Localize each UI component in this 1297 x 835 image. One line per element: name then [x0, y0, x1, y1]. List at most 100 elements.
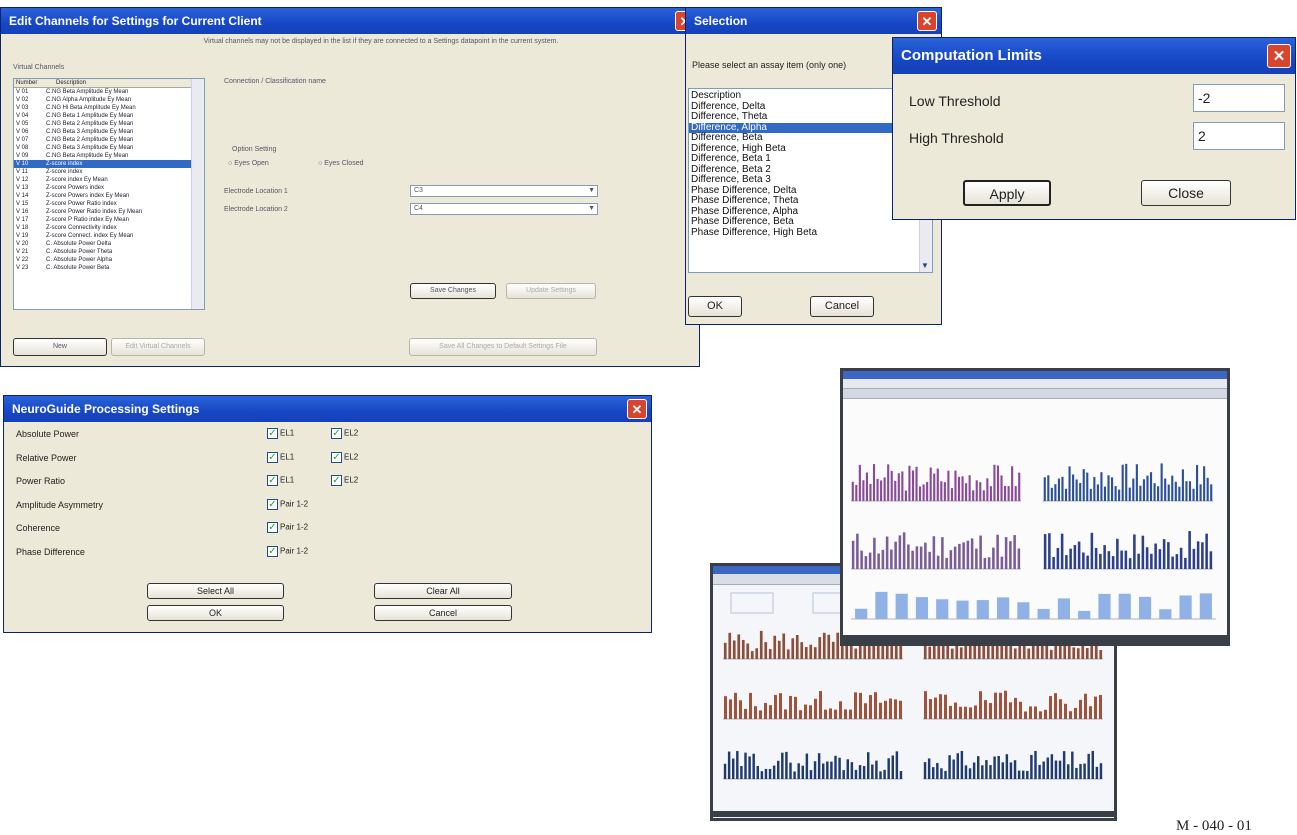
high-threshold-input[interactable]: 2	[1193, 122, 1285, 150]
apply-button[interactable]: Apply	[963, 180, 1051, 206]
thumbnail-bar	[1138, 596, 1152, 619]
edit-channels-window: Edit Channels for Settings for Current C…	[0, 7, 700, 367]
thumbnail-bar	[1039, 711, 1042, 719]
table-row[interactable]: V 02 C.NG Alpha Amplitude Ey Mean	[14, 96, 204, 104]
thumbnail-bar	[981, 765, 984, 779]
cancel-button[interactable]: Cancel	[810, 296, 874, 317]
table-row[interactable]: V 18 Z-score Connectivity index	[14, 224, 204, 232]
thumbnail-bar	[927, 758, 931, 779]
table-row[interactable]: V 16 Z-score Power Ratio index Ey Mean	[14, 208, 204, 216]
table-row[interactable]: V 06 C.NG Beta 3 Amplitude Ey Mean	[14, 128, 204, 136]
thumbnail-bar	[862, 480, 865, 501]
close-icon[interactable]: ✕	[917, 11, 937, 31]
table-row[interactable]: V 15 Z-score Power Ratio index	[14, 200, 204, 208]
row-description: C.NG Beta 3 Amplitude Ey Mean	[46, 145, 134, 151]
row-description: Z-score Connect. index Ey Mean	[46, 233, 134, 239]
thumbnail-bar	[1192, 548, 1196, 569]
setting-checkbox[interactable]: ✓ Pair 1-2	[267, 522, 308, 533]
thumbnail-bar	[1082, 552, 1085, 569]
ok-button[interactable]: OK	[688, 296, 742, 317]
setting-checkbox[interactable]: ✓ EL2	[331, 475, 358, 486]
thumbnail-bar	[985, 760, 988, 779]
setting-checkbox[interactable]: ✓ EL1	[267, 451, 294, 463]
setting-checkbox[interactable]: ✓ EL1	[267, 475, 294, 486]
table-row[interactable]: V 04 C.NG Beta 1 Amplitude Ey Mean	[14, 112, 204, 120]
chevron-down-icon[interactable]: ▼	[921, 261, 929, 270]
thumbnail-bar	[864, 556, 868, 569]
table-row[interactable]: V 19 Z-score Connect. index Ey Mean	[14, 232, 204, 240]
virtual-channels-list[interactable]: Number Description V 01 C.NG Beta Amplitud…	[13, 78, 205, 310]
checkmark-icon: ✓	[267, 522, 278, 533]
table-row[interactable]: V 23 C. Absolute Power Beta	[14, 264, 204, 272]
thumbnail-bar	[950, 488, 953, 501]
table-row[interactable]: V 13 Z-score Powers index	[14, 184, 204, 192]
thumbnail-bar	[1005, 754, 1009, 779]
thumbnail-bar	[952, 759, 955, 779]
table-row[interactable]: V 01 C.NG Beta Amplitude Ey Mean	[14, 88, 204, 96]
row-description: Z-score index Ey Mean	[46, 177, 108, 183]
setting-checkbox[interactable]: ✓ EL1	[267, 428, 294, 439]
thumbnail-bar	[894, 480, 897, 501]
table-row[interactable]: V 05 C.NG Beta 2 Amplitude Ey Mean	[14, 120, 204, 128]
table-row[interactable]: V 08 C.NG Beta 3 Amplitude Ey Mean	[14, 144, 204, 152]
table-row[interactable]: V 17 Z-score P Ratio index Ey Mean	[14, 216, 204, 224]
save-defaults-button[interactable]: Save All Changes to Default Settings Fil…	[409, 338, 597, 356]
close-icon[interactable]: ✕	[627, 399, 647, 419]
radio-eyes-open[interactable]: ○ Eyes Open	[228, 160, 269, 167]
setting-checkbox[interactable]: ✓ EL2	[331, 451, 358, 463]
thumbnail-bar	[975, 548, 978, 569]
thumbnail-bar	[744, 708, 747, 719]
table-row[interactable]: V 14 Z-score Powers index Ey Mean	[14, 192, 204, 200]
table-row[interactable]: V 12 Z-score index Ey Mean	[14, 176, 204, 184]
table-row[interactable]: V 07 C.NG Beta 2 Amplitude Ey Mean	[14, 136, 204, 144]
thumbnail-bar	[859, 692, 862, 719]
table-row[interactable]: V 10 Z-score index	[14, 160, 204, 168]
thumbnail-bar	[871, 764, 874, 779]
clear-all-button[interactable]: Clear All	[374, 583, 512, 599]
setting-label: Coherence	[16, 523, 61, 533]
thumbnail-bar	[875, 760, 878, 779]
table-row[interactable]: V 20 C. Absolute Power Delta	[14, 240, 204, 248]
list-scrollbar[interactable]	[191, 79, 204, 309]
electrode-location-1-select[interactable]: C3 ▼	[410, 185, 598, 197]
thumbnail-bar	[1011, 466, 1014, 501]
table-row[interactable]: V 09 C.NG Beta Amplitude Ey Mean	[14, 152, 204, 160]
low-threshold-input[interactable]: -2	[1193, 84, 1285, 112]
thumbnail-bar	[839, 701, 842, 719]
row-description: Z-score Power Ratio index	[46, 201, 117, 207]
thumbnail-bar	[947, 470, 950, 501]
table-row[interactable]: V 22 C. Absolute Power Alpha	[14, 256, 204, 264]
thumbnail-bar	[982, 645, 986, 659]
table-row[interactable]: V 03 C.NG Hi Beta Amplitude Ey Mean	[14, 104, 204, 112]
thumbnail-bar	[822, 763, 825, 779]
update-settings-button[interactable]: Update Settings	[506, 283, 596, 299]
radio-eyes-closed[interactable]: ○ Eyes Closed	[318, 160, 363, 167]
row-number: V 09	[16, 153, 29, 159]
thumbnail-bar	[1153, 483, 1156, 501]
thumbnail-bar	[968, 475, 971, 501]
cancel-button[interactable]: Cancel	[374, 605, 512, 621]
thumbnail-bar	[1052, 557, 1055, 569]
thumbnail-bar	[1150, 553, 1153, 569]
option-label: Option Setting	[232, 146, 277, 153]
edit-virtual-channels-button[interactable]: Edit Virtual Channels	[111, 338, 205, 356]
table-row[interactable]: V 21 C. Absolute Power Theta	[14, 248, 204, 256]
table-row[interactable]: V 11 Z-score index	[14, 168, 204, 176]
electrode-location-2-select[interactable]: C4 ▼	[410, 203, 598, 215]
close-button[interactable]: Close	[1141, 180, 1231, 206]
setting-checkbox[interactable]: ✓ Pair 1-2	[267, 545, 308, 557]
ok-button[interactable]: OK	[147, 605, 284, 621]
thumbnail-bar	[884, 700, 887, 719]
list-item[interactable]: Phase Difference, High Beta	[689, 227, 932, 239]
row-number: V 04	[16, 113, 29, 119]
thumbnail-bar	[858, 464, 861, 501]
close-icon[interactable]: ✕	[1267, 44, 1291, 68]
setting-checkbox[interactable]: ✓ EL2	[331, 428, 358, 439]
setting-checkbox[interactable]: ✓ Pair 1-2	[267, 498, 308, 510]
thumbnail-bar	[727, 751, 731, 779]
thumbnail-bar	[948, 755, 951, 779]
save-changes-button[interactable]: Save Changes	[410, 283, 496, 299]
select-all-button[interactable]: Select All	[147, 583, 284, 599]
new-button[interactable]: New	[13, 338, 107, 356]
thumbnail-bar	[777, 640, 781, 659]
